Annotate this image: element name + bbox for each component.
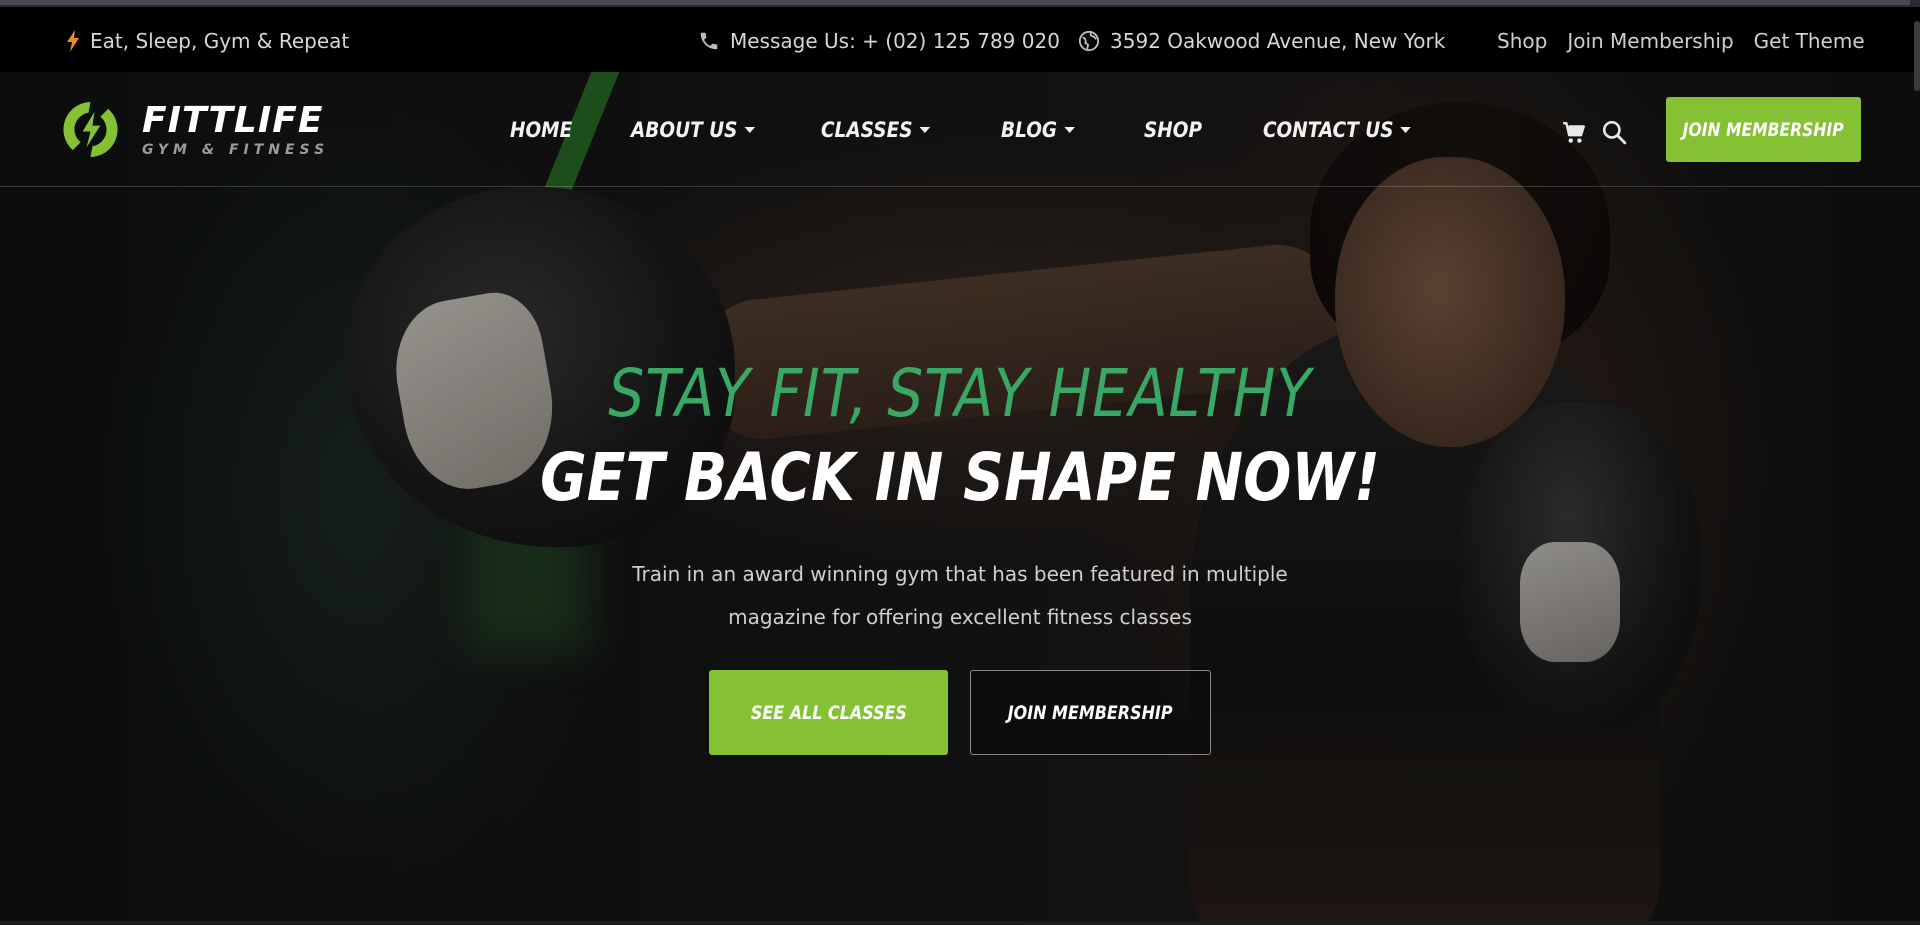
brand-subtitle: GYM & FITNESS bbox=[142, 141, 330, 158]
globe-icon bbox=[1078, 30, 1100, 52]
nav-home-label: HOME bbox=[510, 118, 573, 142]
page-bottom-edge bbox=[0, 921, 1920, 925]
cart-icon[interactable] bbox=[1561, 120, 1587, 146]
phone-text: Message Us: + (02) 125 789 020 bbox=[730, 29, 1060, 53]
nav-classes[interactable]: CLASSES bbox=[821, 118, 931, 142]
browser-scroll-strip bbox=[0, 0, 1920, 7]
top-links: Shop Join Membership Get Theme bbox=[1497, 28, 1865, 54]
see-all-classes-label: SEE ALL CLASSES bbox=[750, 701, 907, 724]
hero-kicker: STAY FIT, STAY HEALTHY bbox=[608, 355, 1312, 432]
nav-shop-label: SHOP bbox=[1144, 118, 1203, 142]
nav-shop[interactable]: SHOP bbox=[1144, 118, 1202, 142]
search-icon[interactable] bbox=[1601, 119, 1627, 145]
hero-join-membership-label: JOIN MEMBERSHIP bbox=[1008, 701, 1173, 724]
lightning-icon bbox=[67, 30, 79, 52]
hero-join-membership-button[interactable]: JOIN MEMBERSHIP bbox=[970, 670, 1211, 755]
tagline: Eat, Sleep, Gym & Repeat bbox=[66, 28, 349, 54]
see-all-classes-button[interactable]: SEE ALL CLASSES bbox=[709, 670, 948, 755]
top-info-bar: Eat, Sleep, Gym & Repeat Message Us: + (… bbox=[0, 7, 1920, 91]
address-text: 3592 Oakwood Avenue, New York bbox=[1110, 29, 1446, 53]
caret-down-icon bbox=[919, 127, 931, 133]
nav-home[interactable]: HOME bbox=[510, 118, 572, 142]
top-link-shop[interactable]: Shop bbox=[1497, 29, 1547, 53]
top-link-join-membership[interactable]: Join Membership bbox=[1567, 29, 1733, 53]
caret-down-icon bbox=[1064, 127, 1075, 133]
join-membership-button[interactable]: JOIN MEMBERSHIP bbox=[1666, 97, 1861, 162]
nav-about-us-label: ABOUT US bbox=[631, 118, 738, 142]
site-logo[interactable]: FITTLIFE GYM & FITNESS bbox=[59, 98, 329, 161]
hero-content: STAY FIT, STAY HEALTHY GET BACK IN SHAPE… bbox=[0, 355, 1920, 639]
caret-down-icon bbox=[744, 127, 756, 133]
hero-headline: GET BACK IN SHAPE NOW! bbox=[540, 439, 1380, 516]
hero-description: Train in an award winning gym that has b… bbox=[610, 553, 1310, 639]
nav-classes-label: CLASSES bbox=[821, 118, 913, 142]
nav-blog[interactable]: BLOG bbox=[1001, 118, 1075, 142]
hero-description-line-1: Train in an award winning gym that has b… bbox=[632, 562, 1288, 586]
address-contact: 3592 Oakwood Avenue, New York bbox=[1078, 28, 1445, 54]
nav-contact-us-label: CONTACT US bbox=[1263, 118, 1394, 142]
brand-name: FITTLIFE bbox=[142, 99, 324, 141]
hero-description-line-2: magazine for offering excellent fitness … bbox=[728, 605, 1192, 629]
phone-icon bbox=[700, 32, 718, 50]
horizontal-scrollbar-thumb[interactable] bbox=[0, 0, 1910, 5]
hero-buttons: SEE ALL CLASSES JOIN MEMBERSHIP bbox=[709, 670, 1211, 755]
caret-down-icon bbox=[1400, 127, 1412, 133]
phone-contact[interactable]: Message Us: + (02) 125 789 020 bbox=[698, 28, 1060, 54]
nav-contact-us[interactable]: CONTACT US bbox=[1263, 118, 1412, 142]
top-link-get-theme[interactable]: Get Theme bbox=[1754, 29, 1865, 53]
logo-icon bbox=[63, 101, 118, 158]
nav-blog-label: BLOG bbox=[1001, 118, 1058, 142]
join-membership-label: JOIN MEMBERSHIP bbox=[1683, 118, 1844, 141]
tagline-text: Eat, Sleep, Gym & Repeat bbox=[90, 29, 350, 53]
nav-about-us[interactable]: ABOUT US bbox=[631, 118, 756, 142]
main-header: FITTLIFE GYM & FITNESS HOME ABOUT US CLA… bbox=[0, 72, 1920, 187]
